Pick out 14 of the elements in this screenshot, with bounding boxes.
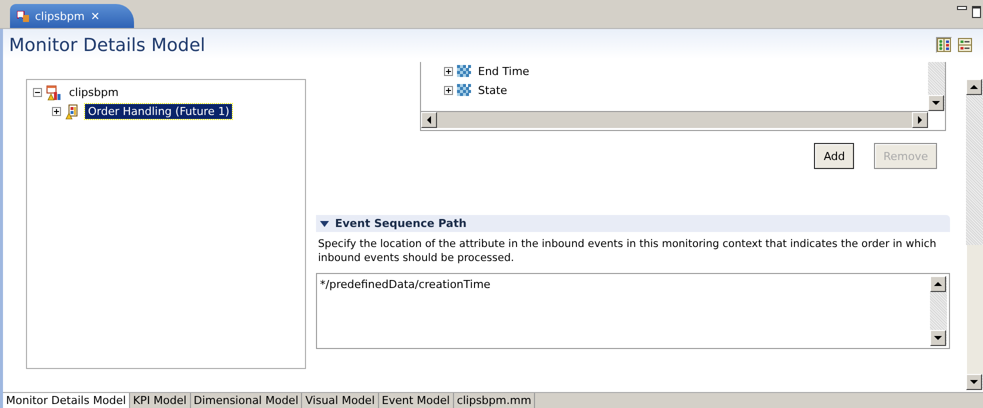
editor-tab[interactable]: clipsbpm ✕ [10, 4, 134, 28]
tree-item[interactable]: State [475, 83, 510, 98]
action-button[interactable]: Add [814, 143, 854, 169]
tree-item[interactable]: Order Handling (Future 1) [85, 104, 232, 119]
tree-item[interactable]: clipsbpm [66, 85, 122, 100]
section-header[interactable]: Event Sequence Path [316, 215, 950, 232]
section-description: Specify the location of the attribute in the inbound events in this monitoring context that indicates the order in which inbound events should be processed. [318, 237, 938, 265]
tree-item[interactable]: End Time [475, 64, 532, 79]
page-tab[interactable]: Monitor Details Model [3, 393, 130, 408]
section-title: Event Sequence Path [335, 217, 467, 230]
path-field[interactable]: */predefinedData/creationTime [316, 273, 950, 349]
close-icon[interactable]: ✕ [90, 10, 100, 22]
page-title: Monitor Details Model [9, 34, 206, 56]
tab-title: clipsbpm [35, 10, 85, 22]
